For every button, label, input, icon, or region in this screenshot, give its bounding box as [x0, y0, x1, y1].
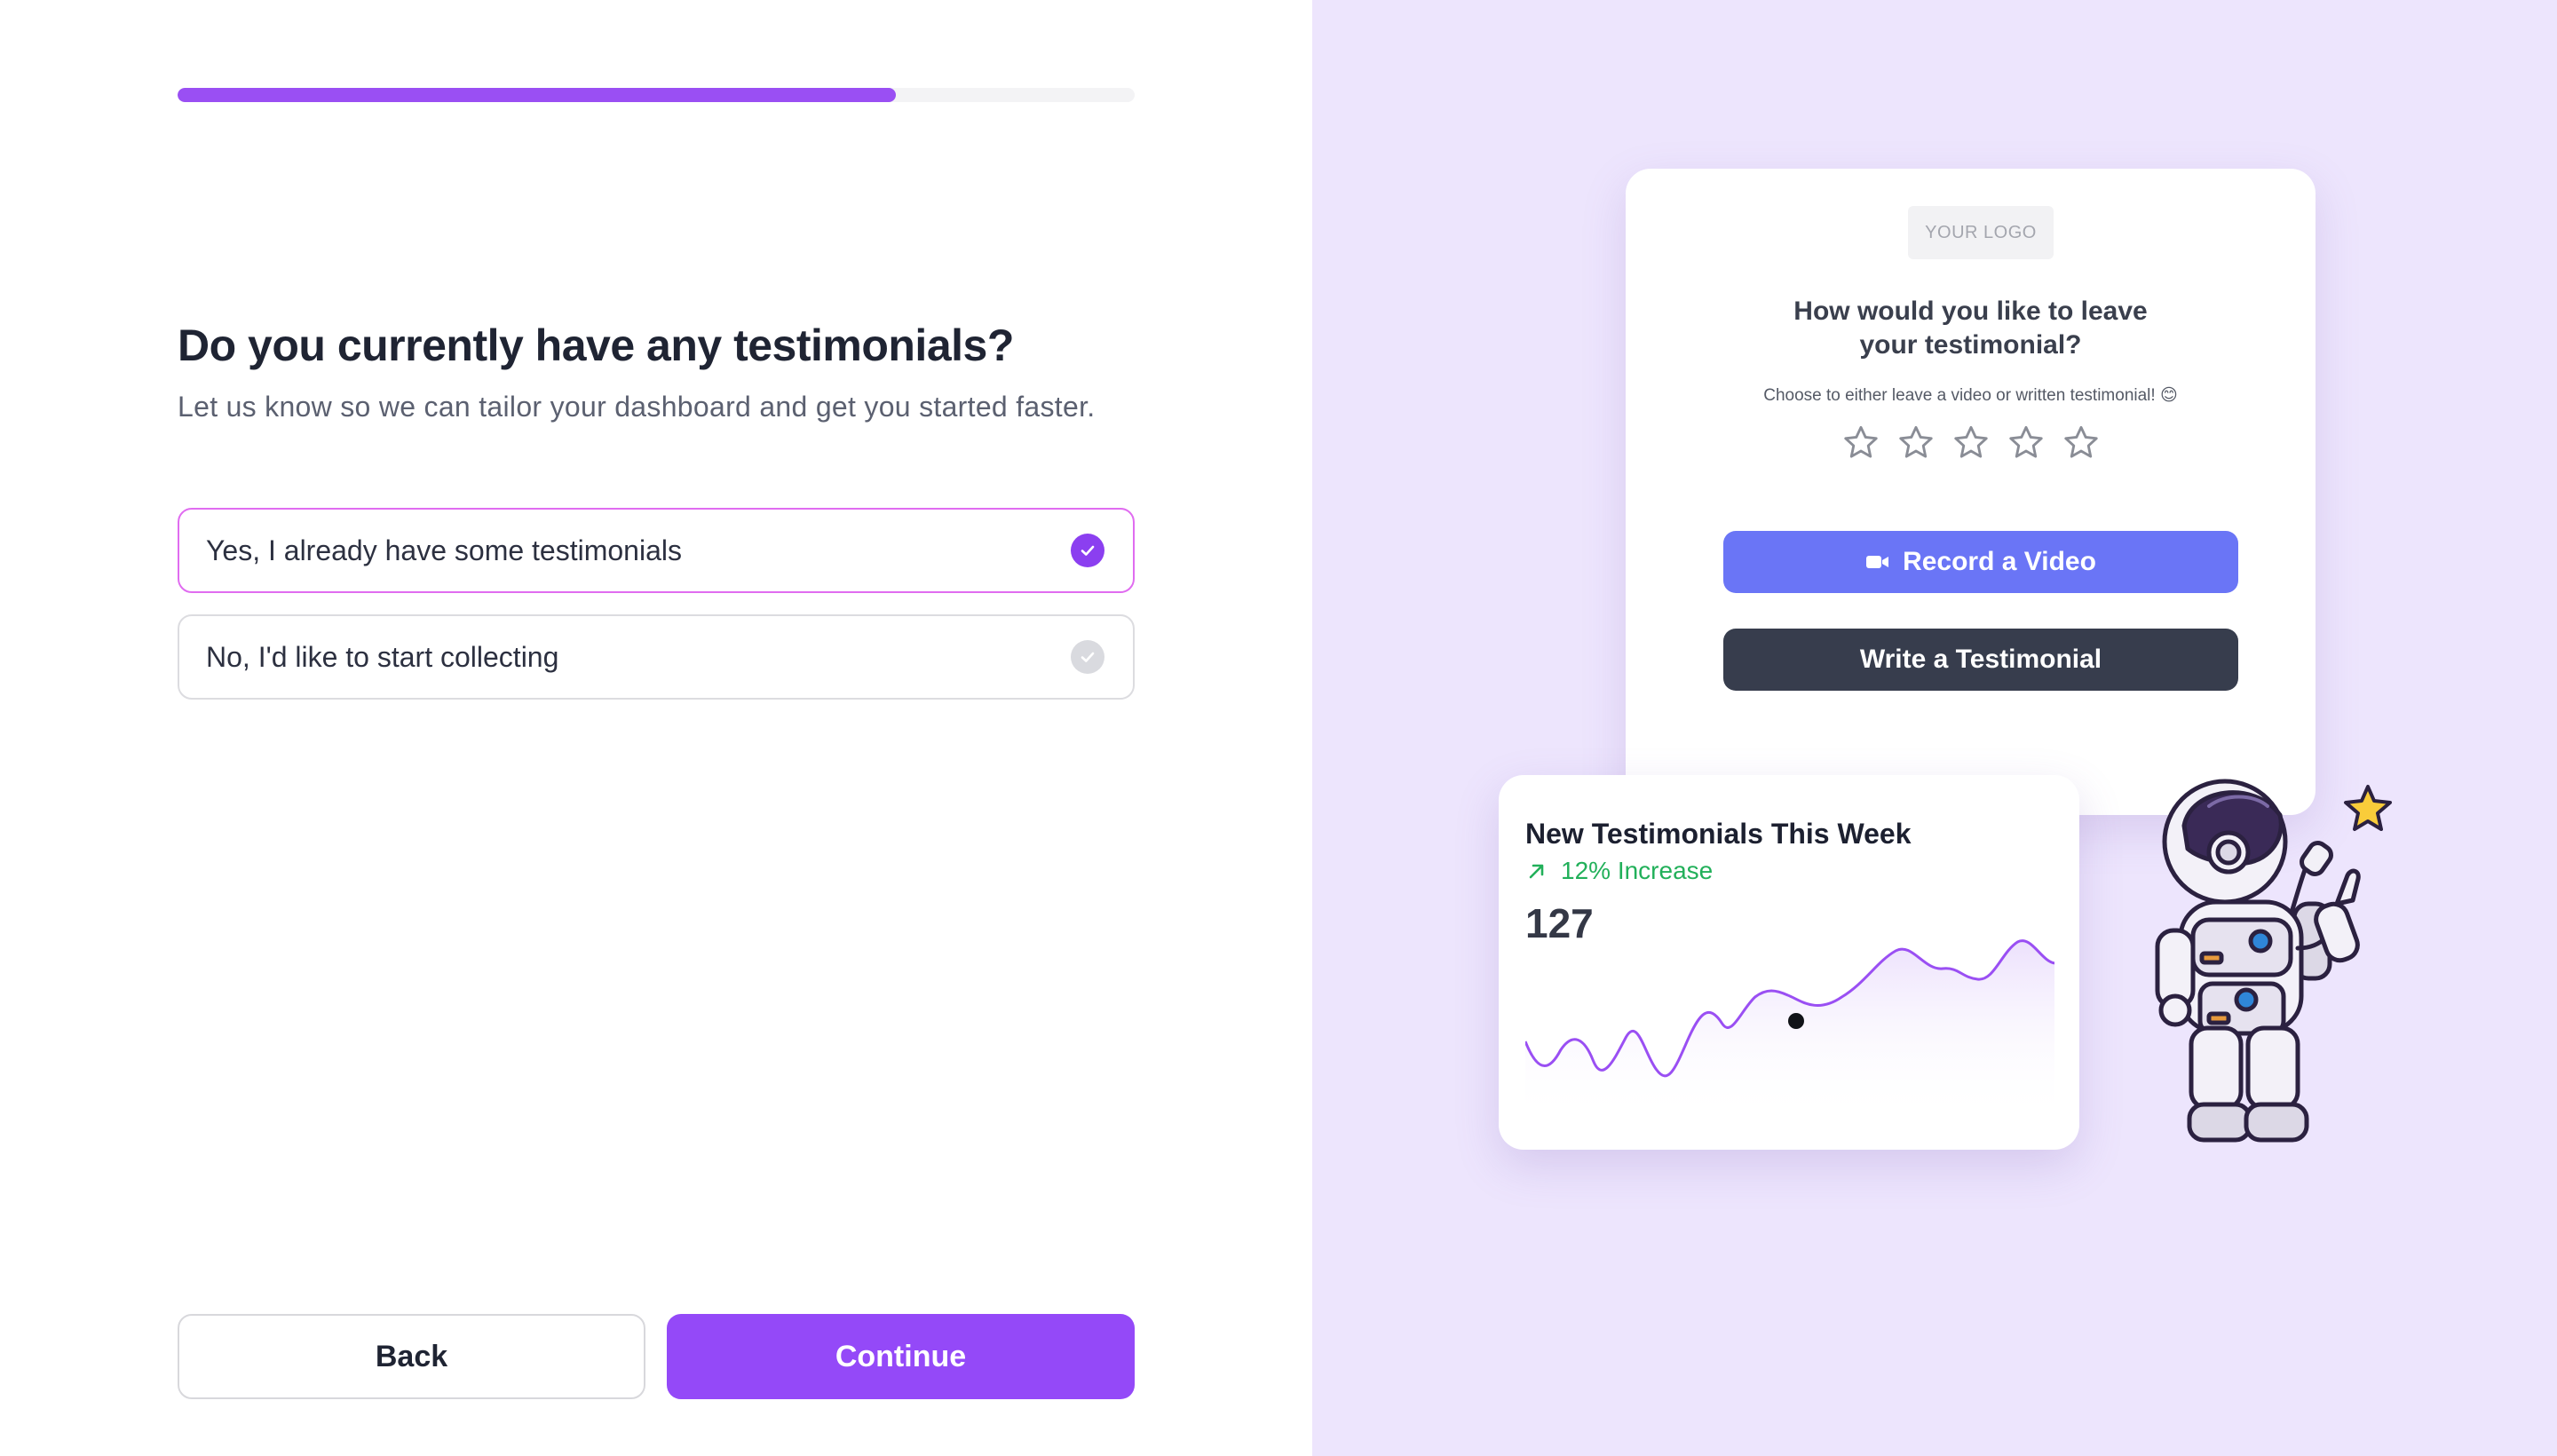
progress-bar	[178, 88, 1135, 102]
stats-title: New Testimonials This Week	[1525, 818, 1912, 850]
star-icon[interactable]	[1841, 423, 1881, 463]
testimonial-form-preview: YOUR LOGO How would you like to leave yo…	[1626, 169, 2316, 815]
question-title: Do you currently have any testimonials?	[178, 320, 1014, 370]
trend-label: 12% Increase	[1561, 857, 1714, 884]
star-rating	[1626, 423, 2316, 463]
record-video-button[interactable]: Record a Video	[1723, 531, 2238, 593]
trend-badge: 12% Increase	[1525, 857, 1713, 885]
option-start-collecting[interactable]: No, I'd like to start collecting	[178, 614, 1135, 700]
onboarding-panel: Do you currently have any testimonials? …	[0, 0, 1312, 1456]
check-icon	[1071, 640, 1104, 674]
trend-sparkline	[1525, 864, 2054, 1121]
option-label: No, I'd like to start collecting	[206, 640, 559, 673]
logo-placeholder: YOUR LOGO	[1908, 206, 2054, 259]
question-subtitle: Let us know so we can tailor your dashbo…	[178, 391, 1096, 423]
sparkline-marker	[1788, 1013, 1804, 1029]
check-icon	[1071, 534, 1104, 567]
back-button[interactable]: Back	[178, 1314, 645, 1399]
video-camera-icon	[1866, 556, 1889, 568]
form-title-text: How would you like to leave your testimo…	[1793, 297, 2148, 360]
star-icon[interactable]	[2061, 423, 2102, 463]
option-has-testimonials[interactable]: Yes, I already have some testimonials	[178, 508, 1135, 593]
form-title: How would you like to leave your testimo…	[1626, 295, 2316, 362]
stats-card: New Testimonials This Week 12% Increase …	[1499, 775, 2079, 1150]
stats-value: 127	[1525, 900, 1594, 946]
write-testimonial-button[interactable]: Write a Testimonial	[1723, 629, 2238, 691]
star-icon[interactable]	[1896, 423, 1936, 463]
record-video-label: Record a Video	[1903, 547, 2096, 576]
star-decoration-icon	[2344, 785, 2392, 831]
progress-fill	[178, 88, 896, 102]
continue-button[interactable]: Continue	[667, 1314, 1135, 1399]
option-label: Yes, I already have some testimonials	[206, 534, 682, 566]
star-icon[interactable]	[2006, 423, 2046, 463]
form-subtitle: Choose to either leave a video or writte…	[1763, 386, 2178, 405]
arrow-up-right-icon	[1529, 864, 1544, 879]
star-icon[interactable]	[1951, 423, 1991, 463]
